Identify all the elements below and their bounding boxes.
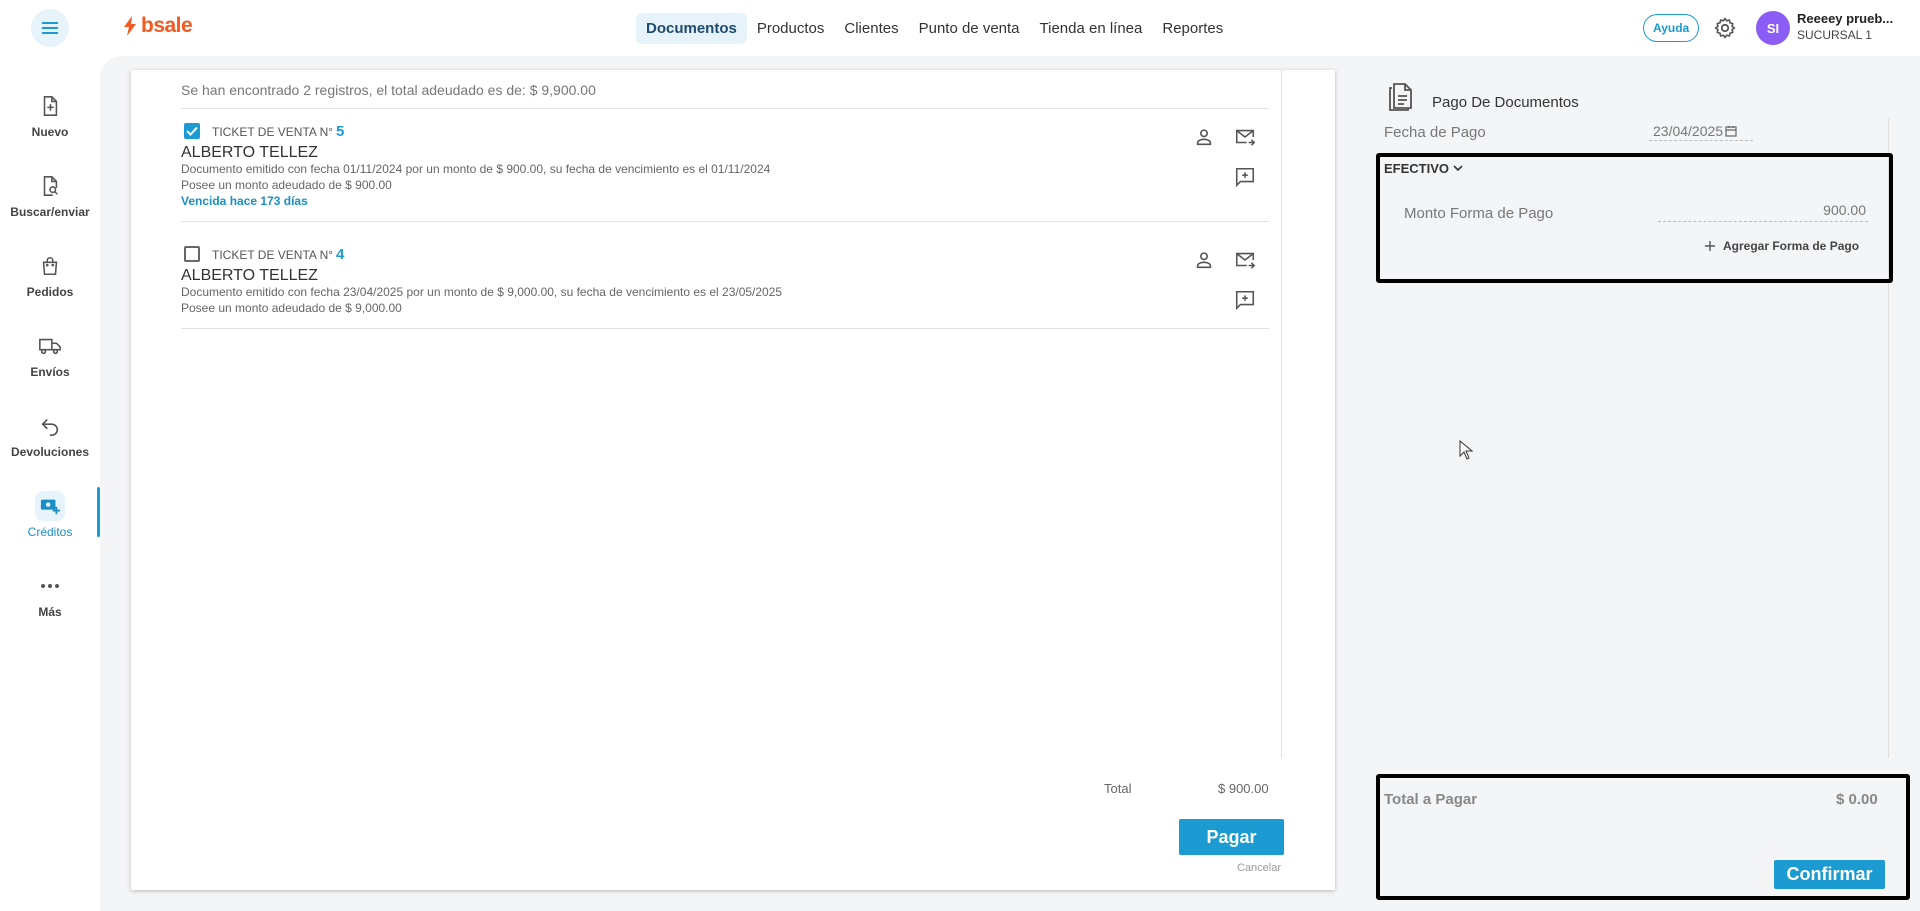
more-dots-icon	[41, 584, 59, 588]
top-bar: bsale Documentos Productos Clientes Punt…	[0, 0, 1920, 56]
nav-clientes[interactable]: Clientes	[834, 13, 908, 44]
sidebar-label: Nuevo	[31, 125, 69, 139]
add-payment-method-label: Agregar Forma de Pago	[1723, 239, 1860, 253]
summary-divider	[181, 108, 1269, 109]
sidebar-label: Buscar/enviar	[10, 205, 90, 219]
total-label: Total	[1104, 781, 1132, 796]
avatar[interactable]: SI	[1756, 11, 1790, 45]
credit-icon	[40, 499, 60, 515]
nav-documentos[interactable]: Documentos	[636, 13, 747, 44]
sidebar-label: Pedidos	[26, 285, 74, 299]
sidebar-item-buscar-enviar[interactable]: Buscar/enviar	[0, 171, 100, 219]
person-icon[interactable]	[1193, 126, 1215, 148]
nav-reportes[interactable]: Reportes	[1152, 13, 1233, 44]
document-description: Documento emitido con fecha 01/11/2024 p…	[181, 162, 771, 176]
document-overdue: Vencida hace 173 días	[181, 194, 308, 208]
payment-method-label: EFECTIVO	[1384, 161, 1450, 176]
user-info[interactable]: Reeeey prueb... SUCURSAL 1	[1797, 11, 1893, 43]
sidebar-item-devoluciones[interactable]: Devoluciones	[0, 411, 100, 459]
nav-tienda-en-linea[interactable]: Tienda en línea	[1030, 13, 1153, 44]
sidebar-item-creditos[interactable]: Créditos	[0, 491, 100, 539]
sidebar-item-envios[interactable]: Envíos	[0, 331, 100, 379]
hamburger-menu-button[interactable]	[31, 9, 69, 47]
total-value: $ 900.00	[1218, 781, 1269, 796]
payment-date-field[interactable]: 23/04/2025	[1649, 121, 1753, 141]
hamburger-icon	[42, 22, 58, 34]
confirm-button[interactable]: Confirmar	[1774, 860, 1885, 889]
person-icon[interactable]	[1193, 249, 1215, 271]
mouse-cursor-icon	[1459, 440, 1473, 460]
email-forward-icon[interactable]	[1234, 126, 1256, 148]
chevron-down-icon	[1453, 165, 1463, 172]
document-number: 5	[336, 123, 345, 140]
payment-amount-field[interactable]: 900.00	[1658, 202, 1868, 222]
add-payment-method-button[interactable]: Agregar Forma de Pago	[1705, 239, 1859, 253]
sidebar-label: Créditos	[27, 525, 73, 539]
sidebar-item-pedidos[interactable]: Pedidos	[0, 251, 100, 299]
pay-button[interactable]: Pagar	[1179, 819, 1284, 855]
sidebar-label: Envíos	[30, 365, 70, 379]
user-name: Reeeey prueb...	[1797, 11, 1894, 26]
cancel-link[interactable]: Cancelar	[1237, 862, 1281, 874]
payment-title: Pago De Documentos	[1432, 94, 1579, 111]
file-plus-icon	[43, 96, 58, 116]
payment-date-label: Fecha de Pago	[1384, 124, 1486, 141]
truck-icon	[39, 338, 61, 355]
payment-method-dropdown[interactable]: EFECTIVO	[1384, 161, 1463, 176]
document-type: TICKET DE VENTA N° 5	[212, 123, 345, 140]
document-checkbox[interactable]	[184, 246, 200, 262]
document-owed: Posee un monto adeudado de $ 900.00	[181, 178, 392, 192]
user-branch: SUCURSAL 1	[1797, 28, 1872, 42]
sidebar-item-nuevo[interactable]: Nuevo	[0, 91, 100, 139]
gear-icon[interactable]	[1713, 16, 1737, 40]
sidebar: Nuevo Buscar/enviar Pedidos Envíos Devol…	[0, 56, 100, 911]
add-comment-icon[interactable]	[1234, 166, 1256, 188]
documents-icon	[1389, 83, 1412, 111]
nav-productos[interactable]: Productos	[747, 13, 835, 44]
total-to-pay-value: $ 0.00	[1836, 791, 1878, 808]
return-icon	[41, 418, 59, 436]
shopping-bag-icon	[42, 257, 58, 276]
main-nav: Documentos Productos Clientes Punto de v…	[636, 13, 1233, 44]
document-description: Documento emitido con fecha 23/04/2025 p…	[181, 285, 783, 299]
sidebar-item-mas[interactable]: Más	[0, 571, 100, 619]
logo-text: bsale	[141, 14, 193, 37]
help-button[interactable]: Ayuda	[1643, 14, 1700, 42]
payment-date-value: 23/04/2025	[1653, 122, 1724, 139]
document-number: 4	[336, 246, 345, 263]
nav-punto-de-venta[interactable]: Punto de venta	[909, 13, 1030, 44]
total-to-pay-label: Total a Pagar	[1384, 791, 1478, 808]
payment-amount-label: Monto Forma de Pago	[1404, 205, 1554, 222]
document-type: TICKET DE VENTA N° 4	[212, 246, 345, 263]
bsale-logo-icon	[124, 16, 136, 36]
plus-icon	[1705, 241, 1715, 251]
panel-divider	[1281, 70, 1282, 758]
documents-summary: Se han encontrado 2 registros, el total …	[181, 82, 596, 98]
file-search-icon	[43, 176, 58, 196]
sidebar-label: Devoluciones	[10, 445, 90, 459]
document-divider	[181, 221, 1269, 222]
document-client: ALBERTO TELLEZ	[181, 267, 318, 284]
documents-panel	[131, 70, 1335, 890]
document-owed: Posee un monto adeudado de $ 9,000.00	[181, 301, 402, 315]
document-checkbox[interactable]	[184, 123, 200, 139]
sidebar-label: Más	[38, 605, 62, 619]
calendar-icon[interactable]	[1725, 125, 1737, 137]
email-forward-icon[interactable]	[1234, 249, 1256, 271]
document-divider	[181, 328, 1269, 329]
bsale-logo[interactable]: bsale	[123, 14, 193, 38]
check-icon	[186, 126, 198, 136]
document-client: ALBERTO TELLEZ	[181, 144, 318, 161]
add-comment-icon[interactable]	[1234, 289, 1256, 311]
